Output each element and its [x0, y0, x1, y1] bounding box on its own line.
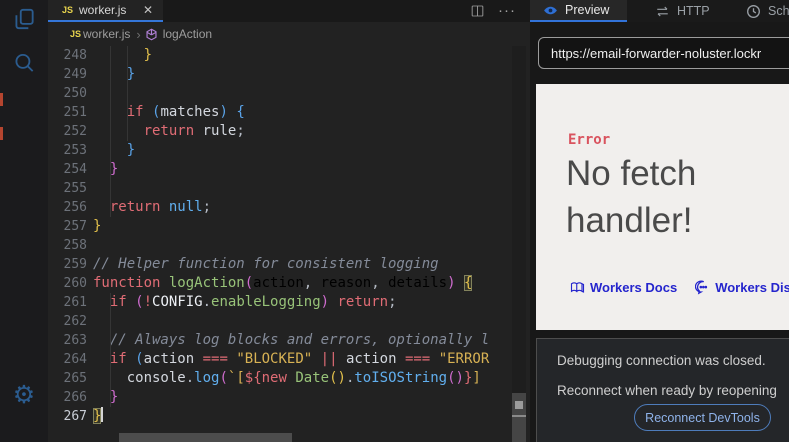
code-line[interactable]: 250 [48, 84, 512, 103]
vertical-scrollbar[interactable] [512, 46, 526, 442]
line-number: 263 [63, 333, 87, 348]
preview-tab-bar: Preview HTTP Schedule [530, 0, 789, 22]
close-tab-icon[interactable]: ✕ [141, 3, 155, 17]
eye-icon [543, 3, 558, 18]
js-file-icon: JS [62, 5, 74, 15]
line-number: 257 [63, 219, 87, 234]
swap-arrows-icon [655, 4, 670, 19]
preview-url-input[interactable] [538, 37, 789, 69]
code-line[interactable]: 264 if (action === "BLOCKED" || action =… [48, 350, 512, 369]
split-editor-icon[interactable] [469, 3, 486, 19]
code-line[interactable]: 254 } [48, 160, 512, 179]
more-actions-icon[interactable]: ··· [498, 3, 516, 19]
url-bar [538, 37, 789, 69]
indent-guide [127, 46, 128, 141]
tab-preview[interactable]: Preview [530, 0, 627, 22]
line-number: 266 [63, 390, 87, 405]
devtools-message: Reconnect when ready by reopening [557, 383, 777, 398]
edge-decoration [0, 93, 3, 106]
cursor-overview-marker [512, 415, 526, 417]
tab-label: Preview [565, 3, 610, 17]
tab-label: HTTP [677, 4, 710, 18]
breadcrumb-symbol[interactable]: logAction [163, 27, 212, 41]
chevron-right-icon: › [136, 26, 141, 42]
code-line[interactable]: 256 return null; [48, 198, 512, 217]
indent-guide [110, 46, 111, 217]
preview-panel: Preview HTTP Schedule Error No fetch han… [530, 0, 789, 442]
line-number: 258 [63, 238, 87, 253]
vertical-scrollbar-thumb[interactable] [512, 393, 526, 442]
settings-gear-icon[interactable]: ⚙ [11, 382, 37, 408]
line-number: 251 [63, 105, 87, 120]
code-lines: 248 } 249 } 250 251 if (matches) {252 retur… [48, 46, 512, 426]
editor-group: JS worker.js ✕ ··· JS worker.js › logAct… [48, 0, 530, 442]
devtools-panel: Debugging connection was closed. Reconne… [536, 338, 789, 442]
book-icon [570, 282, 585, 293]
activity-bar: ⚙ [0, 0, 48, 442]
line-number: 252 [63, 124, 87, 139]
devtools-message: Debugging connection was closed. [557, 353, 766, 368]
line-number: 249 [63, 67, 87, 82]
symbol-method-icon [145, 28, 158, 41]
indent-guide [110, 293, 111, 407]
code-line[interactable]: 265 console.log(`[${new Date().toISOStri… [48, 369, 512, 388]
js-file-icon: JS [70, 29, 82, 39]
code-editor[interactable]: 248 } 249 } 250 251 if (matches) {252 retur… [48, 46, 512, 430]
code-line[interactable]: 257} [48, 217, 512, 236]
edge-decoration [0, 127, 3, 140]
reconnect-devtools-button[interactable]: Reconnect DevTools [634, 404, 771, 431]
code-line[interactable]: 253 } [48, 141, 512, 160]
line-number: 265 [63, 371, 87, 386]
tab-worker-js[interactable]: JS worker.js ✕ [48, 0, 163, 22]
breadcrumb-file[interactable]: worker.js [83, 27, 130, 41]
code-line[interactable]: 262 [48, 312, 512, 331]
preview-content: Error No fetch handler! Workers Docs Wor… [536, 84, 789, 330]
tab-http[interactable]: HTTP [655, 0, 735, 22]
files-icon[interactable] [11, 6, 37, 32]
code-line[interactable]: 259// Helper function for consistent log… [48, 255, 512, 274]
line-number: 262 [63, 314, 87, 329]
line-number: 267 [63, 409, 87, 424]
code-line[interactable]: 249 } [48, 65, 512, 84]
line-number: 264 [63, 352, 87, 367]
scrollbar-grip [515, 401, 523, 409]
line-number: 250 [63, 86, 87, 101]
code-line[interactable]: 261 if (!CONFIG.enableLogging) return; [48, 293, 512, 312]
tab-label: worker.js [79, 3, 127, 17]
code-line[interactable]: 251 if (matches) { [48, 103, 512, 122]
line-number: 261 [63, 295, 87, 310]
clock-icon [746, 4, 761, 19]
line-number: 255 [63, 181, 87, 196]
line-number: 259 [63, 257, 87, 272]
code-line[interactable]: 255 [48, 179, 512, 198]
workers-discord-link[interactable]: Workers Discord [695, 280, 789, 295]
code-line[interactable]: 252 return rule; [48, 122, 512, 141]
line-number: 254 [63, 162, 87, 177]
line-number: 248 [63, 48, 87, 63]
code-line[interactable]: 266 } [48, 388, 512, 407]
code-line[interactable]: 263 // Always log blocks and errors, opt… [48, 331, 512, 350]
code-line[interactable]: 260 function logAction(action, reason, de… [48, 274, 512, 293]
app-window: ⚙ JS worker.js ✕ ··· JS worker.js › logA… [0, 0, 789, 442]
chat-bubble-icon [695, 280, 708, 295]
code-line[interactable]: 248 } [48, 46, 512, 65]
error-heading: No fetch handler! [566, 154, 697, 240]
preview-links: Workers Docs Workers Discord [570, 280, 789, 295]
code-line[interactable]: 267} [48, 407, 512, 426]
code-line[interactable]: 258 [48, 236, 512, 255]
search-icon[interactable] [11, 50, 37, 76]
tab-label: Schedule [768, 4, 789, 18]
editor-tab-bar: JS worker.js ✕ ··· [48, 0, 530, 22]
breadcrumb: JS worker.js › logAction [48, 22, 530, 46]
workers-docs-link[interactable]: Workers Docs [570, 280, 677, 295]
line-number: 256 [63, 200, 87, 215]
error-label: Error [568, 132, 611, 148]
line-number: 260 [63, 276, 87, 291]
line-number: 253 [63, 143, 87, 158]
tab-schedule[interactable]: Schedule [746, 0, 789, 22]
horizontal-scrollbar-thumb[interactable] [119, 433, 292, 442]
